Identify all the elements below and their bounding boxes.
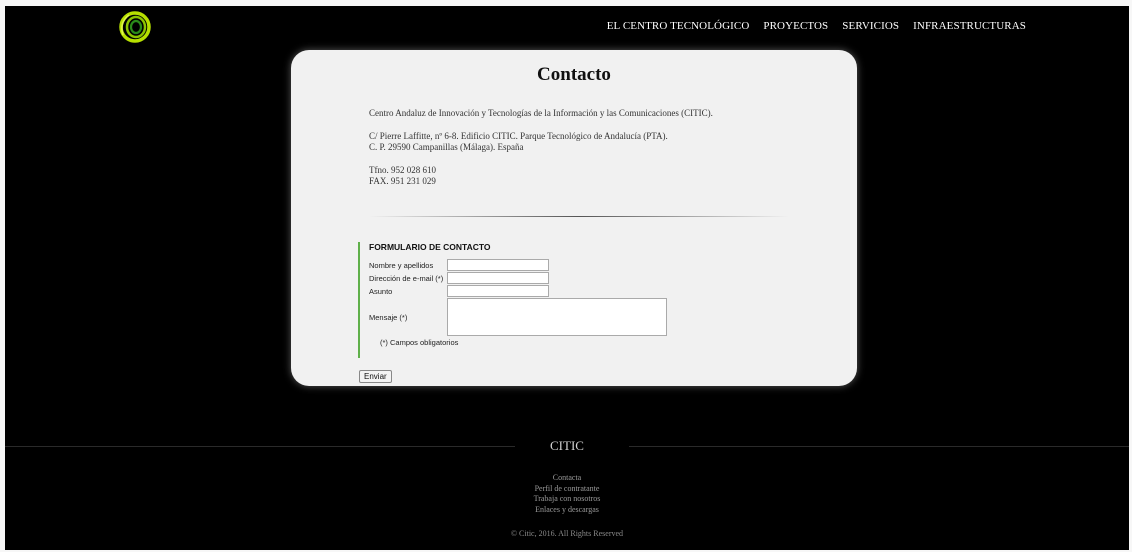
organization-name: Centro Andaluz de Innovación y Tecnologí…	[369, 108, 713, 118]
top-navigation: EL CENTRO TECNOLÓGICO PROYECTOS SERVICIO…	[607, 20, 1026, 32]
footer-brand: CITIC	[550, 438, 584, 453]
fax-number: FAX. 951 231 029	[369, 176, 436, 186]
footer-links: Contacta Perfil de contratante Trabaja c…	[5, 473, 1129, 515]
name-label: Nombre y apellidos	[369, 260, 434, 270]
contact-info: Centro Andaluz de Innovación y Tecnologí…	[369, 108, 809, 188]
name-row: Nombre y apellidos	[369, 259, 549, 271]
subject-row: Asunto	[369, 285, 549, 297]
phone-number: Tfno. 952 028 610	[369, 164, 436, 175]
email-row: Dirección de e-mail (*)	[369, 272, 549, 284]
page-viewport: EL CENTRO TECNOLÓGICO PROYECTOS SERVICIO…	[5, 6, 1129, 550]
nav-item-proyectos[interactable]: PROYECTOS	[763, 20, 828, 32]
footer-link-perfil-contratante[interactable]: Perfil de contratante	[5, 484, 1129, 495]
required-fields-note: (*) Campos obligatorios	[380, 338, 459, 347]
page-title: Contacto	[537, 64, 611, 85]
citic-logo-icon[interactable]	[115, 9, 155, 45]
contact-card: Contacto Centro Andaluz de Innovación y …	[291, 50, 857, 386]
nav-item-centro-tecnologico[interactable]: EL CENTRO TECNOLÓGICO	[607, 20, 750, 32]
form-title: FORMULARIO DE CONTACTO	[369, 242, 491, 252]
footer-link-trabaja[interactable]: Trabaja con nosotros	[5, 494, 1129, 505]
copyright-text: © Citic, 2016. All Rights Reserved	[510, 529, 624, 538]
footer-link-enlaces[interactable]: Enlaces y descargas	[5, 505, 1129, 516]
email-label: Dirección de e-mail (*)	[369, 273, 444, 283]
message-row: Mensaje (*)	[369, 298, 667, 336]
subject-label: Asunto	[369, 286, 393, 296]
name-input[interactable]	[447, 259, 549, 271]
nav-item-infraestructuras[interactable]: INFRAESTRUCTURAS	[913, 20, 1026, 32]
address-line-2: C. P. 29590 Campanillas (Málaga). España	[369, 142, 524, 152]
submit-button[interactable]: Enviar	[359, 370, 392, 383]
nav-item-servicios[interactable]: SERVICIOS	[842, 20, 899, 32]
email-input[interactable]	[447, 272, 549, 284]
address-line-1: C/ Pierre Laffitte, nº 6-8. Edificio CIT…	[369, 130, 668, 141]
message-label: Mensaje (*)	[369, 312, 408, 322]
footer-link-contacta[interactable]: Contacta	[5, 473, 1129, 484]
subject-input[interactable]	[447, 285, 549, 297]
contact-form: FORMULARIO DE CONTACTO Nombre y apellido…	[358, 242, 689, 358]
message-textarea[interactable]	[447, 298, 667, 336]
section-divider	[369, 216, 789, 217]
